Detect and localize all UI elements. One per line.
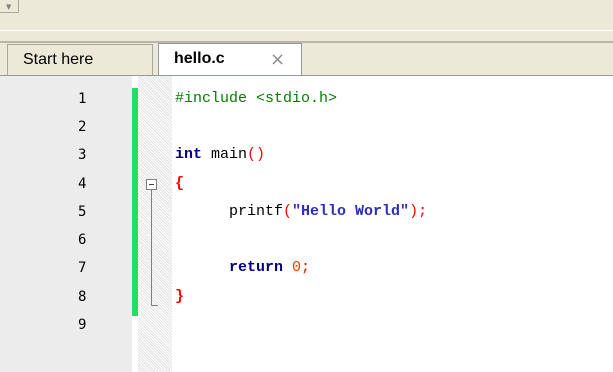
code-line-5: printf("Hello World"); (229, 204, 427, 220)
line-number: 3 (78, 147, 87, 163)
fold-toggle-icon[interactable] (146, 179, 157, 190)
function-name: main (202, 146, 248, 163)
code-area[interactable] (172, 76, 613, 372)
code-line-7: return 0; (229, 260, 310, 276)
fold-range-line (151, 190, 152, 305)
code-editor-window: ▼ Start here hello.c × 1 2 3 4 5 6 7 8 9 (0, 0, 613, 372)
tab-bar-rule (0, 41, 613, 43)
paren-open: ( (283, 203, 293, 220)
preprocessor-directive: #include <stdio.h> (175, 90, 338, 107)
fold-end-marker (151, 305, 158, 306)
line-number: 1 (78, 91, 87, 107)
type-keyword: int (175, 146, 203, 163)
close-brace: } (175, 288, 185, 305)
tab-bar: Start here hello.c × (0, 31, 613, 77)
parentheses: () (247, 146, 266, 163)
tab-label: Start here (23, 51, 94, 68)
return-keyword: return (229, 259, 284, 276)
semicolon: ; (301, 259, 311, 276)
number-literal: 0 (292, 259, 302, 276)
code-line-4: { (175, 176, 184, 192)
tab-label: hello.c (174, 50, 225, 67)
tab-hello-c[interactable]: hello.c × (158, 43, 302, 77)
code-line-3: int main() (175, 147, 265, 163)
line-number: 8 (78, 289, 87, 305)
line-number: 2 (78, 119, 87, 135)
line-number-gutter (0, 76, 132, 372)
line-number: 7 (78, 260, 87, 276)
paren-close-semicolon: ); (409, 203, 428, 220)
function-call: printf (229, 203, 284, 220)
editor-pane[interactable]: 1 2 3 4 5 6 7 8 9 #include <stdio.h> int… (0, 76, 613, 372)
line-number: 9 (78, 317, 87, 333)
toolbar-strip: ▼ (0, 0, 613, 32)
fold-margin[interactable] (138, 76, 172, 372)
open-brace: { (175, 175, 185, 192)
code-line-1: #include <stdio.h> (175, 91, 337, 107)
line-number: 4 (78, 176, 87, 192)
line-number: 6 (78, 232, 87, 248)
line-number: 5 (78, 204, 87, 220)
toolbar-grip[interactable]: ▼ (0, 0, 19, 13)
code-line-8: } (175, 289, 184, 305)
string-literal: "Hello World" (292, 203, 410, 220)
toolbar-dropdown-icon: ▼ (6, 3, 12, 11)
tab-start-here[interactable]: Start here (7, 44, 153, 76)
close-icon[interactable]: × (270, 44, 285, 75)
